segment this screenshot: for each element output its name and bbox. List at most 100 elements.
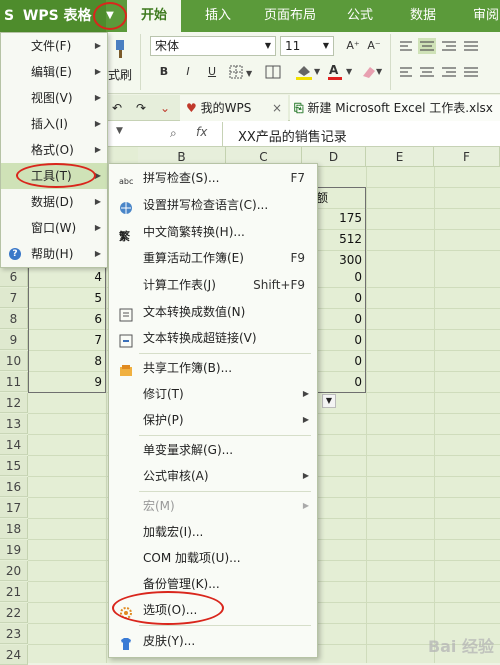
text-to-number-icon	[119, 305, 133, 322]
ribbon-divider	[140, 34, 141, 90]
menu-item-addins[interactable]: 加载宏(I)...	[109, 519, 317, 545]
redo-icon[interactable]: ↷	[136, 95, 146, 121]
font-size-select[interactable]: 11 ▼	[280, 36, 334, 56]
menu-item-edit[interactable]: 编辑(E) ▶	[1, 59, 107, 85]
annotation-circle	[112, 591, 224, 625]
svg-text:A: A	[329, 63, 339, 77]
grow-font-button[interactable]: A⁺	[345, 38, 361, 54]
align-bottom-row	[398, 64, 498, 80]
undo-icon[interactable]: ↶	[112, 95, 122, 121]
row-header[interactable]: 18	[0, 519, 28, 539]
tab-review[interactable]: 审阅	[466, 0, 500, 32]
column-header-f[interactable]: F	[434, 147, 500, 167]
customize-icon[interactable]: ⌄	[160, 95, 170, 121]
font-name-select[interactable]: 宋体 ▼	[150, 36, 276, 56]
border-icon[interactable]: ▼	[228, 64, 258, 80]
column-header-e[interactable]: E	[366, 147, 434, 167]
row-header[interactable]: 23	[0, 624, 28, 644]
chevron-right-icon: ▶	[94, 249, 101, 258]
chevron-right-icon: ▶	[94, 119, 101, 128]
menu-item-calc-sheet[interactable]: 计算工作表(J) Shift+F9	[109, 272, 317, 298]
tab-my-wps[interactable]: ♥ 我的WPS ×	[180, 95, 288, 121]
tab-excel-file[interactable]: ⎘ 新建 Microsoft Excel 工作表.xlsx	[290, 95, 500, 121]
font-color-icon[interactable]: A ▼	[326, 62, 356, 82]
watermark: Bai 经验	[427, 637, 494, 656]
annotation-circle	[16, 163, 96, 188]
app-name: WPS 表格	[22, 8, 92, 24]
menu-item-protect[interactable]: 保护(P) ▶	[109, 407, 317, 433]
row-header[interactable]: 6	[0, 267, 28, 287]
clear-format-icon[interactable]: ▼	[360, 62, 386, 82]
menu-item-goal-seek[interactable]: 单变量求解(G)...	[109, 437, 317, 463]
table-cell[interactable]: 8	[28, 351, 106, 371]
menu-item-formula-audit[interactable]: 公式审核(A) ▶	[109, 463, 317, 489]
row-header[interactable]: 8	[0, 309, 28, 329]
row-header[interactable]: 7	[0, 288, 28, 308]
menu-item-chinese-convert[interactable]: 繁 中文简繁转换(H)...	[109, 219, 317, 245]
row-header[interactable]: 20	[0, 561, 28, 581]
autofill-options-icon[interactable]: ▼	[322, 394, 336, 408]
tab-data[interactable]: 数据	[398, 0, 448, 32]
row-header[interactable]: 16	[0, 477, 28, 497]
merge-cells-icon[interactable]	[264, 64, 284, 80]
row-header[interactable]: 17	[0, 498, 28, 518]
menu-item-com-addins[interactable]: COM 加载项(U)...	[109, 545, 317, 571]
menu-item-data[interactable]: 数据(D) ▶	[1, 189, 107, 215]
menu-item-insert[interactable]: 插入(I) ▶	[1, 111, 107, 137]
bold-button[interactable]: B	[156, 64, 172, 80]
menu-item-spell-check[interactable]: abc 拼写检查(S)... F7	[109, 165, 317, 191]
menu-item-share-workbook[interactable]: 共享工作簿(B)...	[109, 355, 317, 381]
menu-item-view[interactable]: 视图(V) ▶	[1, 85, 107, 111]
italic-button[interactable]: I	[180, 64, 196, 80]
table-cell[interactable]: 9	[28, 372, 106, 392]
row-header[interactable]: 24	[0, 645, 28, 665]
menu-item-revisions[interactable]: 修订(T) ▶	[109, 381, 317, 407]
row-header[interactable]: 14	[0, 435, 28, 455]
row-header[interactable]: 13	[0, 414, 28, 434]
tab-formulas[interactable]: 公式	[335, 0, 385, 32]
spell-check-icon: abc	[119, 177, 134, 186]
table-cell[interactable]: 5	[28, 288, 106, 308]
svg-text:▼: ▼	[346, 67, 353, 76]
row-header[interactable]: 15	[0, 456, 28, 476]
menu-item-text-to-hyperlink[interactable]: 文本转换成超链接(V)	[109, 325, 317, 351]
table-cell[interactable]: 6	[28, 309, 106, 329]
zoom-icon[interactable]: ⌕	[170, 126, 177, 141]
row-header[interactable]: 19	[0, 540, 28, 560]
row-header[interactable]: 12	[0, 393, 28, 413]
tab-home[interactable]: 开始	[127, 0, 181, 32]
format-painter-icon[interactable]	[110, 38, 130, 60]
svg-text:▼: ▼	[314, 67, 321, 76]
menu-item-format[interactable]: 格式(O) ▶	[1, 137, 107, 163]
close-icon[interactable]: ×	[272, 95, 282, 121]
menu-item-spell-language[interactable]: 设置拼写检查语言(C)...	[109, 192, 317, 218]
menu-item-window[interactable]: 窗口(W) ▶	[1, 215, 107, 241]
chevron-down-icon[interactable]: ▼	[116, 126, 123, 136]
row-header[interactable]: 10	[0, 351, 28, 371]
table-cell[interactable]: 7	[28, 330, 106, 350]
tab-insert[interactable]: 插入	[193, 0, 243, 32]
row-header[interactable]: 22	[0, 603, 28, 623]
row-header[interactable]: 21	[0, 582, 28, 602]
tab-page-layout[interactable]: 页面布局	[255, 0, 325, 32]
menu-item-file[interactable]: 文件(F) ▶	[1, 33, 107, 59]
underline-button[interactable]: U	[204, 64, 220, 80]
menu-item-recalc-workbook[interactable]: 重算活动工作簿(E) F9	[109, 245, 317, 271]
formula-divider	[222, 122, 223, 146]
chevron-right-icon: ▶	[94, 93, 101, 102]
fill-color-icon[interactable]: ▼	[294, 62, 324, 82]
app-menu-button[interactable]: S WPS 表格	[0, 0, 106, 32]
chevron-right-icon: ▶	[302, 389, 309, 398]
chevron-right-icon: ▶	[302, 415, 309, 424]
share-workbook-icon	[119, 361, 133, 376]
menu-item-skin[interactable]: 皮肤(Y)...	[109, 628, 317, 654]
menu-item-help[interactable]: ? 帮助(H) ▶	[1, 241, 107, 267]
fx-icon[interactable]: fx	[196, 125, 207, 139]
row-header[interactable]: 11	[0, 372, 28, 392]
row-header[interactable]: 9	[0, 330, 28, 350]
menu-item-text-to-number[interactable]: 文本转换成数值(N)	[109, 299, 317, 325]
formula-input[interactable]: XX产品的销售记录	[238, 126, 347, 145]
table-cell[interactable]: 4	[28, 267, 106, 287]
text-to-hyperlink-icon	[119, 331, 133, 348]
shrink-font-button[interactable]: A⁻	[366, 38, 382, 54]
